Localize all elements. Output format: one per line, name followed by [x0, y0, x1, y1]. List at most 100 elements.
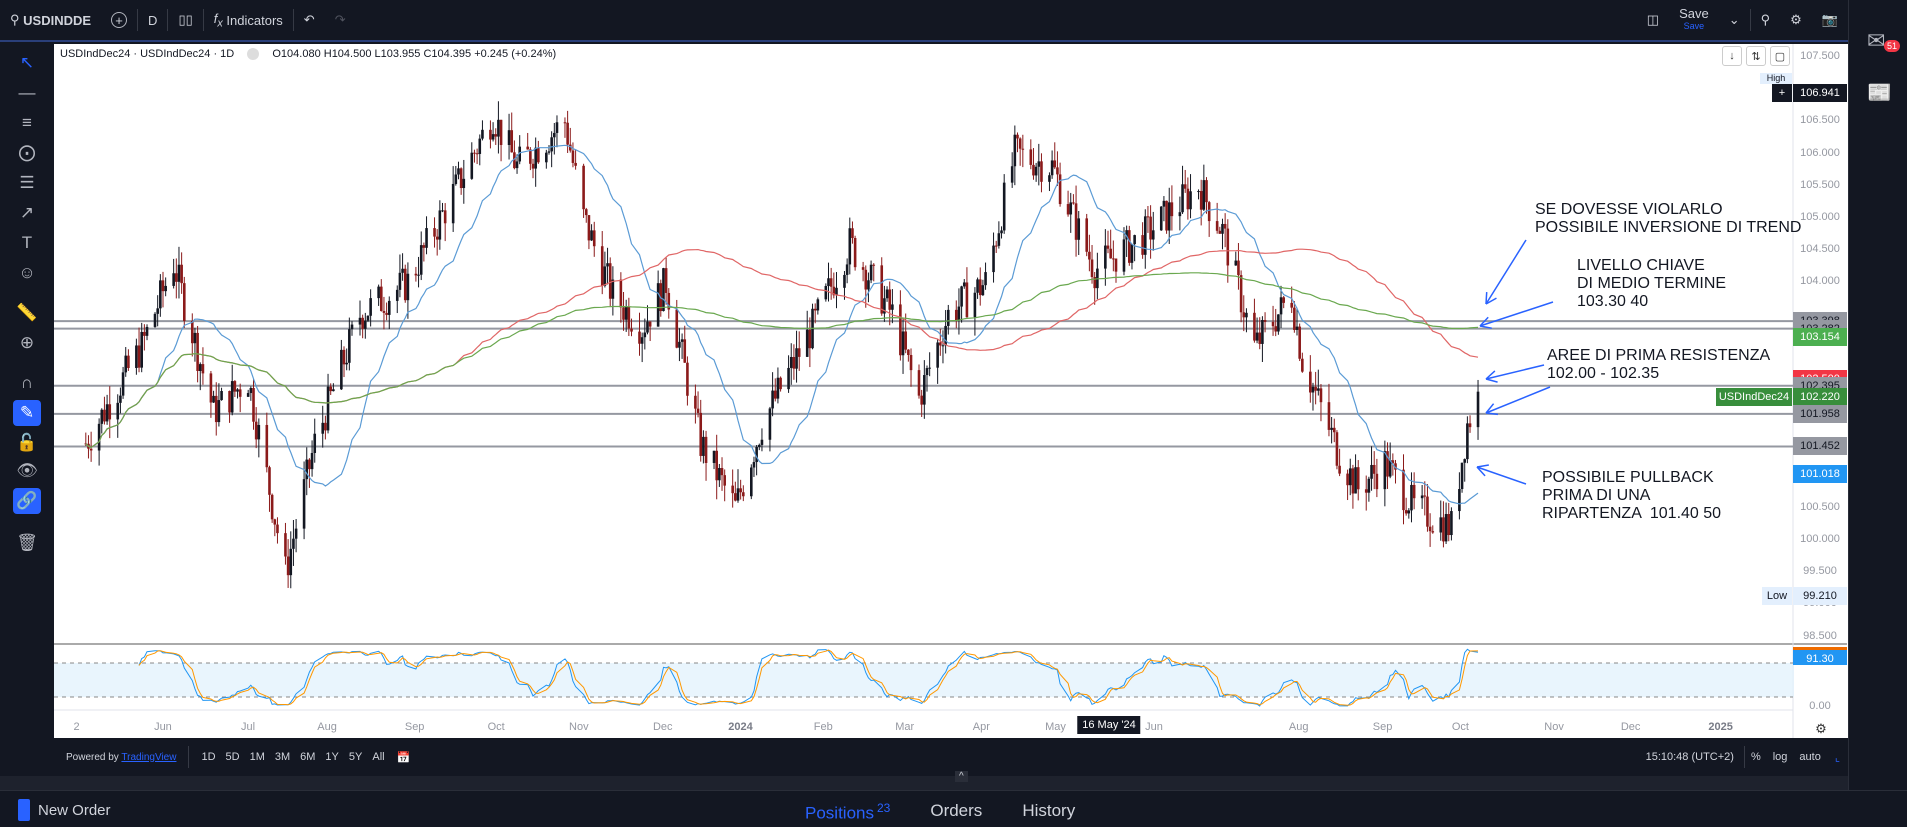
candle [438, 210, 442, 240]
link-icon[interactable]: 🔗 [13, 488, 41, 514]
redo-icon[interactable]: ↷ [325, 0, 356, 40]
save-button[interactable]: Save Save [1669, 0, 1719, 40]
candle [547, 151, 551, 153]
magnet-icon[interactable]: ∩ [13, 370, 41, 396]
candles-icon[interactable]: ▯▯ [168, 0, 202, 40]
emoji-icon[interactable]: ☺ [13, 260, 41, 286]
arrow-line-icon[interactable]: ↗ [13, 200, 41, 226]
candle [233, 381, 237, 392]
candle [1130, 244, 1134, 263]
parallel-channel-icon[interactable]: ≡ [13, 110, 41, 136]
range-all[interactable]: All [372, 751, 384, 763]
indicators-button[interactable]: fx Indicators [204, 0, 293, 40]
candle [443, 210, 447, 224]
candle [1218, 230, 1222, 234]
candle [238, 389, 242, 397]
zoom-in-icon[interactable]: ⊕ [13, 330, 41, 356]
collapse-panes-icon[interactable]: ⇅ [1746, 46, 1766, 66]
crosshair-icon[interactable]: ⌞ [1827, 751, 1848, 764]
trash-icon[interactable]: 🗑 [13, 530, 41, 556]
candle [678, 341, 681, 348]
undo-icon[interactable]: ↶ [294, 0, 325, 40]
candle [1348, 468, 1352, 486]
fib-icon[interactable]: ☰ [13, 170, 41, 196]
gear-icon[interactable]: ⚙ [1780, 0, 1812, 40]
range-1d[interactable]: 1D [201, 751, 215, 763]
candle [462, 178, 466, 189]
chart-legend: USDIndDec24 · USDIndDec24 · 1D O104.080 … [60, 48, 556, 61]
candle [510, 130, 514, 153]
range-5y[interactable]: 5Y [349, 751, 362, 763]
candle [1367, 478, 1371, 493]
candle [515, 161, 519, 169]
candle [175, 273, 178, 282]
panel-divider[interactable] [0, 776, 1848, 790]
auto-toggle[interactable]: auto [1793, 751, 1826, 763]
ruler-icon[interactable]: 📏 [13, 300, 41, 326]
news-icon[interactable]: 📰 [1867, 80, 1892, 105]
tab-positions[interactable]: Positions 23 [805, 801, 890, 824]
candle [757, 444, 761, 448]
cursor-icon[interactable]: ↖ [13, 50, 41, 76]
time-label: 2 [73, 721, 80, 733]
date-range-icon[interactable]: 📅 [397, 751, 411, 764]
compare-button[interactable]: + [101, 0, 137, 40]
candle [1356, 467, 1360, 490]
candle [1332, 427, 1336, 433]
eye-icon[interactable]: 👁 [13, 458, 41, 484]
candle [606, 263, 609, 267]
candle [845, 264, 849, 275]
interval-button[interactable]: D [138, 0, 167, 40]
candle [265, 424, 269, 468]
camera-icon[interactable]: 📷 [1812, 0, 1848, 40]
collapse-icon[interactable] [247, 48, 260, 61]
horizontal-line-icon[interactable]: — [13, 80, 41, 106]
new-order-button[interactable]: New Order [18, 799, 111, 821]
percent-toggle[interactable]: % [1745, 751, 1767, 763]
candle [1293, 307, 1296, 330]
candle [888, 289, 892, 310]
time-label: Aug [1288, 721, 1309, 733]
candle [851, 228, 854, 239]
candle [592, 230, 596, 247]
settings-gear-icon[interactable]: ⚙ [1815, 721, 1827, 737]
text-icon[interactable]: T [13, 230, 41, 256]
chevron-down-icon[interactable]: ⌄ [1719, 0, 1750, 40]
candle [1183, 184, 1187, 189]
candle [1426, 496, 1429, 527]
chart-annotation: LIVELLO CHIAVE DI MEDIO TERMINE 103.30 40 [1577, 257, 1726, 311]
layout-icon[interactable]: ◫ [1637, 0, 1669, 40]
candle [1199, 191, 1203, 210]
lock-drawing-icon[interactable]: ✎ [13, 400, 41, 426]
candle [696, 408, 700, 413]
tab-history[interactable]: History [1022, 801, 1075, 824]
chevron-up-icon[interactable]: ^ [955, 771, 968, 782]
candle [640, 337, 644, 344]
add-alert-button[interactable]: + [1772, 83, 1792, 102]
pattern-icon[interactable]: ⨀ [13, 140, 41, 166]
range-3m[interactable]: 3M [275, 751, 290, 763]
tab-orders[interactable]: Orders [930, 801, 982, 824]
candle [590, 230, 593, 241]
range-1y[interactable]: 1Y [325, 751, 338, 763]
candle [683, 339, 687, 363]
range-1m[interactable]: 1M [250, 751, 265, 763]
candle [939, 342, 942, 346]
arrow-down-icon[interactable]: ↓ [1722, 46, 1742, 66]
maximize-icon[interactable]: ▢ [1770, 46, 1790, 66]
range-5d[interactable]: 5D [226, 751, 240, 763]
tradingview-link[interactable]: TradingView [121, 752, 176, 763]
candle [1223, 223, 1227, 229]
unlock-icon[interactable]: 🔓 [13, 430, 41, 456]
range-6m[interactable]: 6M [300, 751, 315, 763]
log-toggle[interactable]: log [1767, 751, 1794, 763]
candle [1122, 239, 1126, 272]
candle [1295, 326, 1299, 330]
candle [1037, 161, 1041, 167]
mail-icon[interactable]: ✉ [1867, 28, 1885, 54]
quick-search-icon[interactable]: ⚲ [1751, 0, 1781, 40]
chart-canvas[interactable] [54, 44, 1848, 738]
price-tick: 107.500 [1800, 50, 1840, 62]
candle [1354, 467, 1357, 494]
symbol-search[interactable]: ⚲ USDINDDE [0, 0, 101, 40]
